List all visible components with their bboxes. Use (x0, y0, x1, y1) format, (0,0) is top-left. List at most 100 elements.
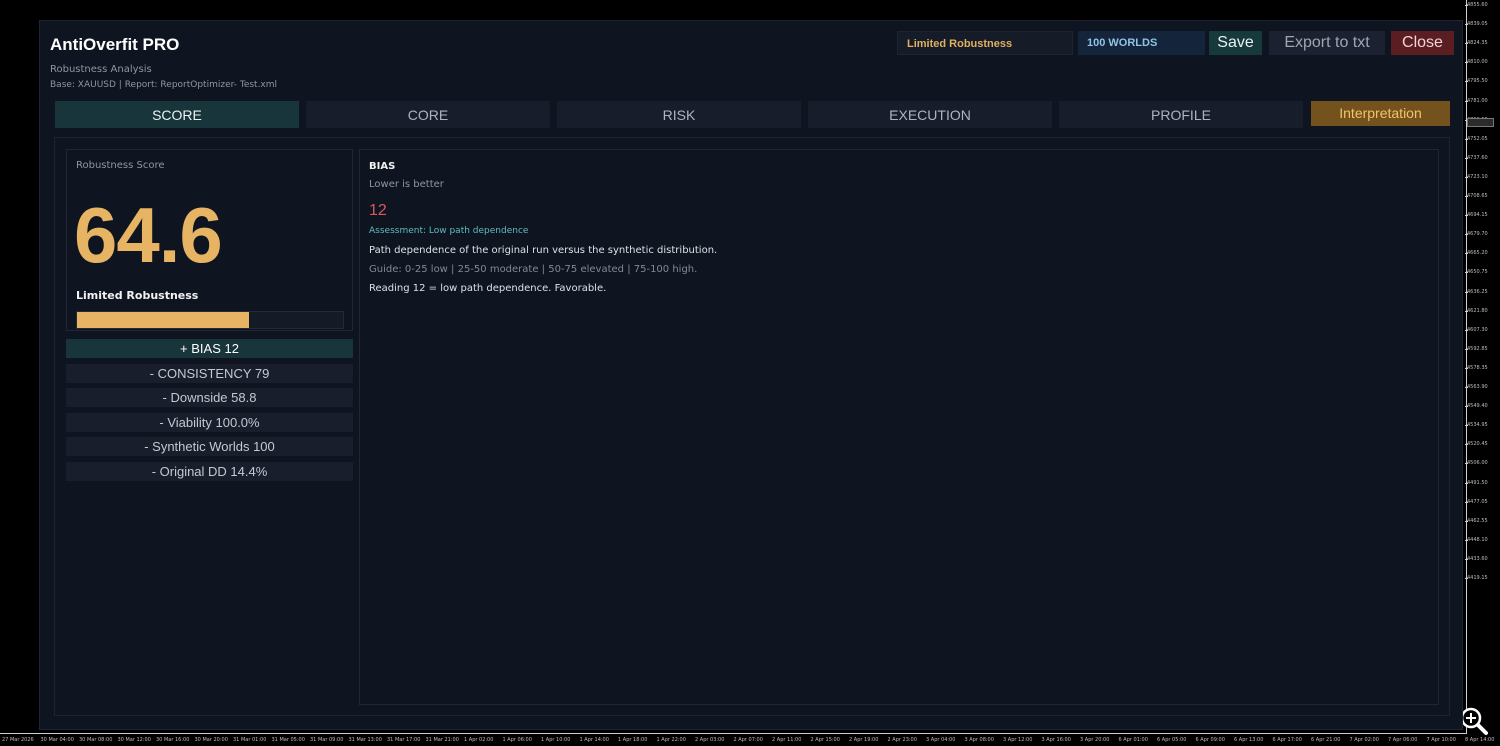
time-tick-label: 1 Apr 10:00 (541, 737, 571, 743)
time-tick-label: 3 Apr 04:00 (926, 737, 956, 743)
price-tick-label: 4795.50 (1465, 78, 1488, 85)
time-tick-label: 31 Mar 21:00 (425, 737, 459, 743)
robustness-badge: Limited Robustness (897, 31, 1073, 55)
price-tick-label: 4592.85 (1465, 345, 1488, 352)
time-tick-label: 3 Apr 16:00 (1041, 737, 1071, 743)
time-tick-label: 6 Apr 17:00 (1272, 737, 1302, 743)
time-tick-label: 7 Apr 10:00 (1426, 737, 1456, 743)
price-tick-label: 4723.10 (1465, 173, 1488, 180)
detail-reading: Reading 12 = low path dependence. Favora… (369, 283, 607, 294)
time-tick-label: 31 Mar 13:00 (348, 737, 382, 743)
time-tick-label: 3 Apr 12:00 (1003, 737, 1033, 743)
time-tick-label: 1 Apr 14:00 (579, 737, 609, 743)
price-tick-label: 4419.15 (1465, 575, 1488, 581)
price-tick-label: 4650.75 (1465, 269, 1488, 276)
time-tick-label: 1 Apr 18:00 (618, 737, 648, 743)
price-tick-label: 4855.60 (1465, 2, 1488, 8)
time-tick-label: 6 Apr 21:00 (1311, 737, 1341, 743)
score-label: Robustness Score (76, 160, 165, 171)
metric-downside[interactable]: - Downside 58.8 (66, 388, 353, 407)
time-tick-label: 1 Apr 02:00 (464, 737, 494, 743)
price-tick-label: 4839.05 (1465, 21, 1488, 28)
price-tick-label: 4448.10 (1465, 536, 1488, 543)
price-tick-label: 4520.45 (1465, 441, 1488, 448)
content-area: Robustness Score 64.6 Limited Robustness… (54, 137, 1450, 716)
time-tick-label: 3 Apr 20:00 (1080, 737, 1110, 743)
time-tick-label: 6 Apr 05:00 (1157, 737, 1187, 743)
price-tick-label: 4708.65 (1465, 193, 1488, 199)
price-tick-label: 4433.60 (1465, 555, 1488, 562)
price-tick-label: 4578.35 (1465, 364, 1488, 371)
time-tick-label: 31 Mar 09:00 (310, 737, 344, 743)
time-tick-label: 31 Mar 01:00 (233, 737, 267, 743)
price-tick-label: 4563.90 (1465, 384, 1488, 390)
score-value: 64.6 (74, 191, 223, 279)
time-tick-label: 27 Mar 2026 (2, 737, 34, 743)
score-progress-fill (77, 312, 249, 328)
score-status: Limited Robustness (76, 289, 199, 302)
metric-consistency[interactable]: - CONSISTENCY 79 (66, 364, 353, 383)
price-tick-label: 4549.40 (1465, 403, 1488, 410)
price-tick-label: 4679.70 (1465, 231, 1488, 238)
score-card: Robustness Score 64.6 Limited Robustness (66, 149, 353, 331)
price-tick-label: 4607.30 (1465, 326, 1488, 333)
metric-synthetic-worlds[interactable]: - Synthetic Worlds 100 (66, 437, 353, 456)
price-tick-label: 4491.50 (1465, 479, 1488, 486)
detail-guide: Guide: 0-25 low | 25-50 moderate | 50-75… (369, 264, 698, 275)
price-tick-label: 4694.15 (1465, 212, 1488, 219)
time-tick-label: 31 Mar 17:00 (387, 737, 421, 743)
price-tick-label: 4534.95 (1465, 422, 1488, 429)
tab-execution[interactable]: EXECUTION (808, 101, 1052, 128)
price-tick-label: 4477.05 (1465, 498, 1488, 505)
time-tick-label: 7 Apr 02:00 (1349, 737, 1379, 743)
detail-value: 12 (369, 202, 387, 219)
tab-score[interactable]: SCORE (55, 101, 299, 128)
save-button[interactable]: Save (1209, 31, 1262, 55)
detail-assessment: Assessment: Low path dependence (369, 226, 529, 236)
time-tick-label: 30 Mar 16:00 (156, 737, 190, 743)
price-tick-label: 4665.20 (1465, 250, 1488, 257)
time-tick-label: 30 Mar 20:00 (194, 737, 228, 743)
base-info: Base: XAUUSD | Report: ReportOptimizer- … (50, 80, 278, 90)
detail-hint: Lower is better (369, 179, 444, 190)
time-tick-label: 31 Mar 05:00 (271, 737, 305, 743)
export-button[interactable]: Export to txt (1269, 31, 1385, 55)
time-tick-label: 2 Apr 23:00 (887, 737, 917, 743)
time-tick-label: 3 Apr 08:00 (964, 737, 994, 743)
tab-risk[interactable]: RISK (557, 101, 801, 128)
time-tick-label: 30 Mar 08:00 (79, 737, 113, 743)
price-tick-label: 4810.00 (1465, 59, 1488, 66)
close-button[interactable]: Close (1391, 31, 1454, 55)
metric-original-dd[interactable]: - Original DD 14.4% (66, 462, 353, 481)
price-tick-label: 4621.80 (1465, 307, 1488, 314)
time-tick-label: 2 Apr 11:00 (772, 737, 802, 743)
price-tick-label: 4636.25 (1465, 288, 1488, 295)
time-tick-label: 1 Apr 06:00 (502, 737, 532, 743)
time-tick-label: 7 Apr 06:00 (1388, 737, 1418, 743)
time-tick-label: 30 Mar 12:00 (117, 737, 151, 743)
metric-viability[interactable]: - Viability 100.0% (66, 413, 353, 432)
time-tick-label: 2 Apr 07:00 (733, 737, 763, 743)
detail-description: Path dependence of the original run vers… (369, 245, 718, 256)
time-tick-label: 1 Apr 22:00 (656, 737, 686, 743)
tab-profile[interactable]: PROFILE (1059, 101, 1303, 128)
time-tick-label: 30 Mar 04:00 (40, 737, 74, 743)
time-tick-label: 6 Apr 09:00 (1195, 737, 1225, 743)
price-tick-label: 4781.00 (1465, 97, 1488, 104)
app-title: AntiOverfit PRO (50, 35, 180, 54)
price-tick-label: 4824.35 (1465, 40, 1488, 47)
interpretation-button[interactable]: Interpretation (1311, 101, 1450, 126)
metric-bias[interactable]: + BIAS 12 (66, 339, 353, 358)
time-tick-label: 2 Apr 15:00 (810, 737, 840, 743)
app-subtitle: Robustness Analysis (50, 64, 152, 75)
time-tick-label: 6 Apr 01:00 (1118, 737, 1148, 743)
time-tick-label: 6 Apr 13:00 (1234, 737, 1264, 743)
antioverfit-panel: AntiOverfit PRO Robustness Analysis Base… (39, 20, 1463, 730)
worlds-badge: 100 WORLDS (1078, 31, 1205, 55)
price-tick-label: 4506.00 (1465, 460, 1488, 467)
tab-core[interactable]: CORE (306, 101, 550, 128)
price-tick-label: 4737.60 (1465, 154, 1488, 161)
price-tick-label: 4462.55 (1465, 517, 1488, 524)
detail-panel: BIAS Lower is better 12 Assessment: Low … (359, 149, 1439, 705)
current-price-tag (1467, 118, 1494, 127)
